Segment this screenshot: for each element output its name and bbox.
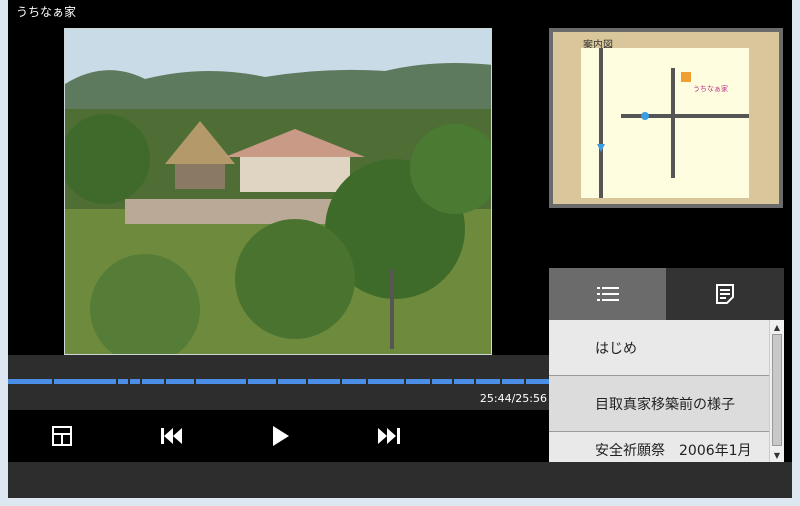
time-display: 25:44/25:56 — [479, 392, 547, 405]
chapter-marker — [140, 379, 142, 384]
chapter-item-current[interactable]: 目取真家移築前の様子 — [549, 376, 769, 432]
layout-icon — [52, 426, 72, 446]
chapter-marker — [306, 379, 308, 384]
chapter-item[interactable]: 安全祈願祭 2006年1月23日 — [549, 432, 769, 462]
skip-next-icon — [378, 428, 400, 444]
window-border-left — [0, 0, 8, 506]
player-window: うちなぁ家 案内図 うちなぁ家 25:44/25:56 はじめ 目取真家移築前の… — [0, 0, 800, 506]
guide-map-place-label: うちなぁ家 — [693, 85, 728, 93]
notes-icon — [716, 284, 734, 304]
window-border-right — [792, 0, 800, 506]
previous-button[interactable] — [158, 422, 186, 450]
scroll-down-icon[interactable]: ▼ — [771, 449, 783, 461]
guide-map-paper: うちなぁ家 — [581, 48, 749, 198]
chapter-list-scrollbar[interactable]: ▲ ▼ — [769, 320, 784, 462]
chapter-marker — [116, 379, 118, 384]
scroll-up-icon[interactable]: ▲ — [771, 321, 783, 333]
chapter-marker — [276, 379, 278, 384]
chapter-marker — [164, 379, 166, 384]
tab-notes[interactable] — [666, 268, 784, 320]
chapter-marker — [524, 379, 526, 384]
skip-previous-icon — [161, 428, 182, 444]
video-image — [65, 29, 491, 354]
chapter-marker — [500, 379, 502, 384]
chapter-marker — [52, 379, 54, 384]
chapter-marker — [194, 379, 196, 384]
play-icon — [273, 426, 289, 446]
chapter-marker — [430, 379, 432, 384]
window-title: うちなぁ家 — [16, 5, 77, 19]
chapter-marker — [452, 379, 454, 384]
bottom-strip — [8, 462, 792, 498]
chapter-marker — [128, 379, 130, 384]
panel-tabs — [549, 268, 784, 320]
chapter-list: はじめ 目取真家移築前の様子 安全祈願祭 2006年1月23日 — [549, 320, 769, 462]
chapter-marker — [340, 379, 342, 384]
video-frame[interactable] — [64, 28, 492, 355]
window-border-bottom — [0, 498, 800, 506]
control-bar — [8, 410, 549, 462]
progress-bar[interactable] — [8, 379, 549, 384]
timeline-bar: 25:44/25:56 — [8, 355, 549, 410]
layout-button[interactable] — [48, 422, 76, 450]
next-button[interactable] — [375, 422, 403, 450]
list-icon — [596, 287, 619, 301]
play-button[interactable] — [267, 422, 295, 450]
chapter-item[interactable]: はじめ — [549, 320, 769, 376]
guide-map-image: 案内図 うちなぁ家 — [553, 32, 779, 204]
tab-chapter-list[interactable] — [549, 268, 666, 320]
chapter-panel: はじめ 目取真家移築前の様子 安全祈願祭 2006年1月23日 ▲ ▼ — [549, 268, 784, 462]
scroll-thumb[interactable] — [772, 334, 782, 446]
chapter-marker — [404, 379, 406, 384]
guide-map[interactable]: 案内図 うちなぁ家 — [549, 28, 783, 208]
chapter-marker — [474, 379, 476, 384]
chapter-marker — [246, 379, 248, 384]
chapter-marker — [366, 379, 368, 384]
guide-map-drawing — [597, 48, 749, 198]
